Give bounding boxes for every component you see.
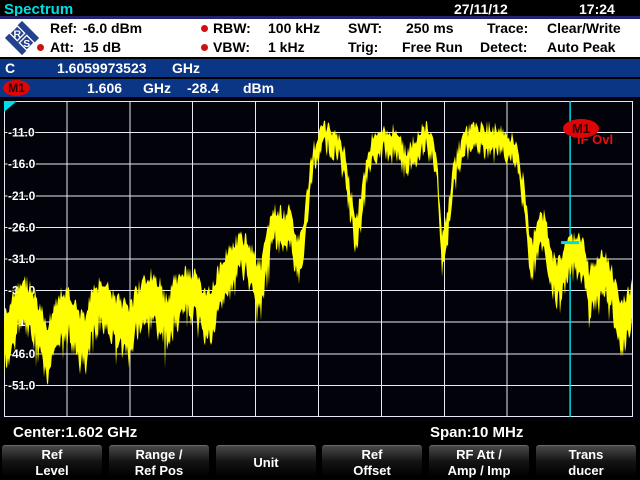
marker-info-bar: C 1.6059973523 GHz M1 1.606 GHz -28.4 dB… xyxy=(0,57,640,97)
trace-value: Clear/Write xyxy=(547,20,621,36)
span: Span:10 MHz xyxy=(430,424,523,441)
y-axis-label: -11.0 xyxy=(8,126,35,140)
channel-frequency: 1.6059973523 xyxy=(57,60,147,76)
rbw-coupled-dot-icon xyxy=(201,25,208,32)
frequency-footer: Center:1.602 GHz Span:10 MHz xyxy=(0,421,640,443)
channel-frequency-unit: GHz xyxy=(172,60,200,76)
softkey-range-ref-pos[interactable]: Range /Ref Pos xyxy=(109,445,209,480)
softkey-ref-offset[interactable]: RefOffset xyxy=(322,445,422,480)
center-frequency: Center:1.602 GHz xyxy=(13,424,137,441)
detect-value: Auto Peak xyxy=(547,39,615,55)
settings-header: R S Ref: -6.0 dBm Att: 15 dB RBW: 100 kH… xyxy=(0,19,640,57)
softkey-unit[interactable]: Unit xyxy=(216,445,316,480)
y-axis-label: -16.0 xyxy=(8,157,36,171)
softkey-ref-level[interactable]: RefLevel xyxy=(2,445,102,480)
vbw-value: 1 kHz xyxy=(268,39,305,55)
trace-label: Trace: xyxy=(487,20,528,36)
trig-value: Free Run xyxy=(402,39,463,55)
softkey-rf-att-amp-imp[interactable]: RF Att /Amp / Imp xyxy=(429,445,529,480)
vbw-coupled-dot-icon xyxy=(201,44,208,51)
vbw-label: VBW: xyxy=(213,39,250,55)
marker-level-tick xyxy=(561,241,579,244)
date-text: 27/11/12 xyxy=(454,1,508,17)
span-value: 10 MHz xyxy=(472,424,524,441)
y-axis-label: -26.0 xyxy=(8,220,36,234)
att-coupled-dot-icon xyxy=(37,44,44,51)
channel-row: C 1.6059973523 GHz xyxy=(0,59,640,77)
span-label: Span: xyxy=(430,424,472,441)
center-label: Center: xyxy=(13,424,66,441)
time-text: 17:24 xyxy=(579,1,615,17)
marker-level: -28.4 xyxy=(187,80,219,96)
att-label: Att: xyxy=(50,39,74,55)
att-value: 15 dB xyxy=(83,39,121,55)
logo-letter-s: S xyxy=(23,39,30,50)
marker-frequency-unit: GHz xyxy=(143,80,171,96)
marker-row: M1 1.606 GHz -28.4 dBm xyxy=(0,79,640,97)
spectrum-plot: -11.0-16.0-21.0-26.0-31.0-36.0-41.0-46.0… xyxy=(4,101,633,417)
logo-letter-r: R xyxy=(13,30,21,41)
ref-value: -6.0 dBm xyxy=(83,20,142,36)
channel-label: C xyxy=(5,60,15,76)
rs-logo-icon: R S xyxy=(2,19,42,57)
ref-level-indicator xyxy=(4,101,17,112)
y-axis-label: -46.0 xyxy=(8,347,36,361)
marker-level-unit: dBm xyxy=(243,80,274,96)
y-axis-label: -21.0 xyxy=(8,189,36,203)
marker-flag-badge: M1 xyxy=(563,119,599,138)
y-axis-label: -51.0 xyxy=(8,378,36,392)
softkey-transducer[interactable]: Transducer xyxy=(536,445,636,480)
trig-label: Trig: xyxy=(348,39,378,55)
rbw-value: 100 kHz xyxy=(268,20,320,36)
center-value: 1.602 GHz xyxy=(66,424,138,441)
detect-label: Detect: xyxy=(480,39,527,55)
spectrum-analyzer-screen: Spectrum 27/11/12 17:24 R S Ref: -6.0 dB… xyxy=(0,0,640,480)
spectrum-plot-area: -11.0-16.0-21.0-26.0-31.0-36.0-41.0-46.0… xyxy=(0,97,640,421)
swt-value: 250 ms xyxy=(406,20,453,36)
softkey-bar: RefLevel Range /Ref Pos Unit RefOffset R… xyxy=(0,443,640,480)
marker-badge: M1 xyxy=(3,80,30,96)
rbw-label: RBW: xyxy=(213,20,251,36)
marker-frequency: 1.606 xyxy=(87,80,122,96)
swt-label: SWT: xyxy=(348,20,382,36)
ref-label: Ref: xyxy=(50,20,77,36)
title-bar: Spectrum 27/11/12 17:24 xyxy=(0,0,640,17)
y-axis-label: -31.0 xyxy=(8,252,36,266)
